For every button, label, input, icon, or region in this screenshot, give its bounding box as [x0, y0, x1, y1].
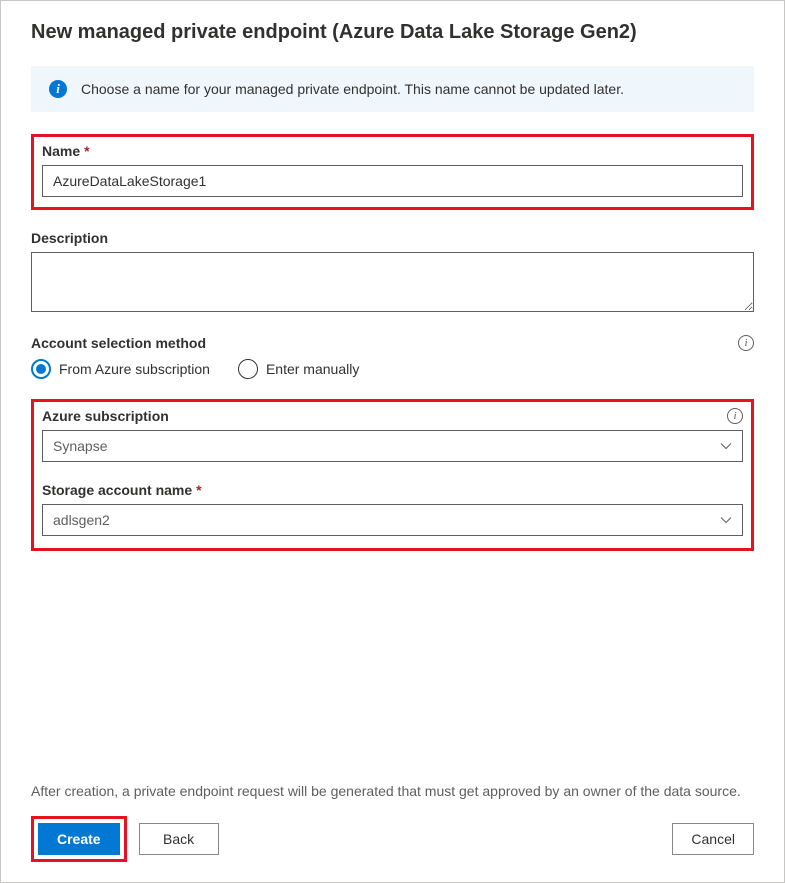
name-section-highlight: Name *	[31, 134, 754, 210]
subscription-select[interactable]: Synapse	[42, 430, 743, 462]
create-button[interactable]: Create	[38, 823, 120, 855]
subscription-label: Azure subscription	[42, 408, 169, 424]
info-banner-text: Choose a name for your managed private e…	[81, 81, 624, 97]
info-icon[interactable]: i	[738, 335, 754, 351]
cancel-button[interactable]: Cancel	[672, 823, 754, 855]
chevron-down-icon	[720, 514, 732, 526]
required-asterisk: *	[196, 482, 201, 498]
info-banner: i Choose a name for your managed private…	[31, 66, 754, 112]
storage-account-select-value: adlsgen2	[53, 512, 110, 528]
page-title: New managed private endpoint (Azure Data…	[31, 21, 754, 44]
info-icon: i	[49, 80, 67, 98]
footer-buttons: Create Back Cancel	[1, 816, 784, 882]
radio-selected-icon	[31, 359, 51, 379]
required-asterisk: *	[84, 143, 89, 159]
account-selection-radio-group: From Azure subscription Enter manually	[31, 359, 754, 379]
name-label: Name *	[42, 143, 743, 159]
name-input[interactable]	[42, 165, 743, 197]
radio-enter-manually[interactable]: Enter manually	[238, 359, 359, 379]
managed-private-endpoint-panel: New managed private endpoint (Azure Data…	[0, 0, 785, 883]
subscription-section-highlight: Azure subscription i Synapse Storage acc…	[31, 399, 754, 551]
subscription-select-value: Synapse	[53, 438, 107, 454]
radio-unselected-icon	[238, 359, 258, 379]
back-button[interactable]: Back	[139, 823, 219, 855]
chevron-down-icon	[720, 440, 732, 452]
storage-account-label: Storage account name *	[42, 482, 743, 498]
description-input[interactable]	[31, 252, 754, 312]
description-label: Description	[31, 230, 754, 246]
create-button-highlight: Create	[31, 816, 127, 862]
radio-from-subscription[interactable]: From Azure subscription	[31, 359, 210, 379]
info-icon[interactable]: i	[727, 408, 743, 424]
account-selection-label: Account selection method	[31, 335, 206, 351]
storage-account-select[interactable]: adlsgen2	[42, 504, 743, 536]
footer-note: After creation, a private endpoint reque…	[1, 782, 784, 816]
